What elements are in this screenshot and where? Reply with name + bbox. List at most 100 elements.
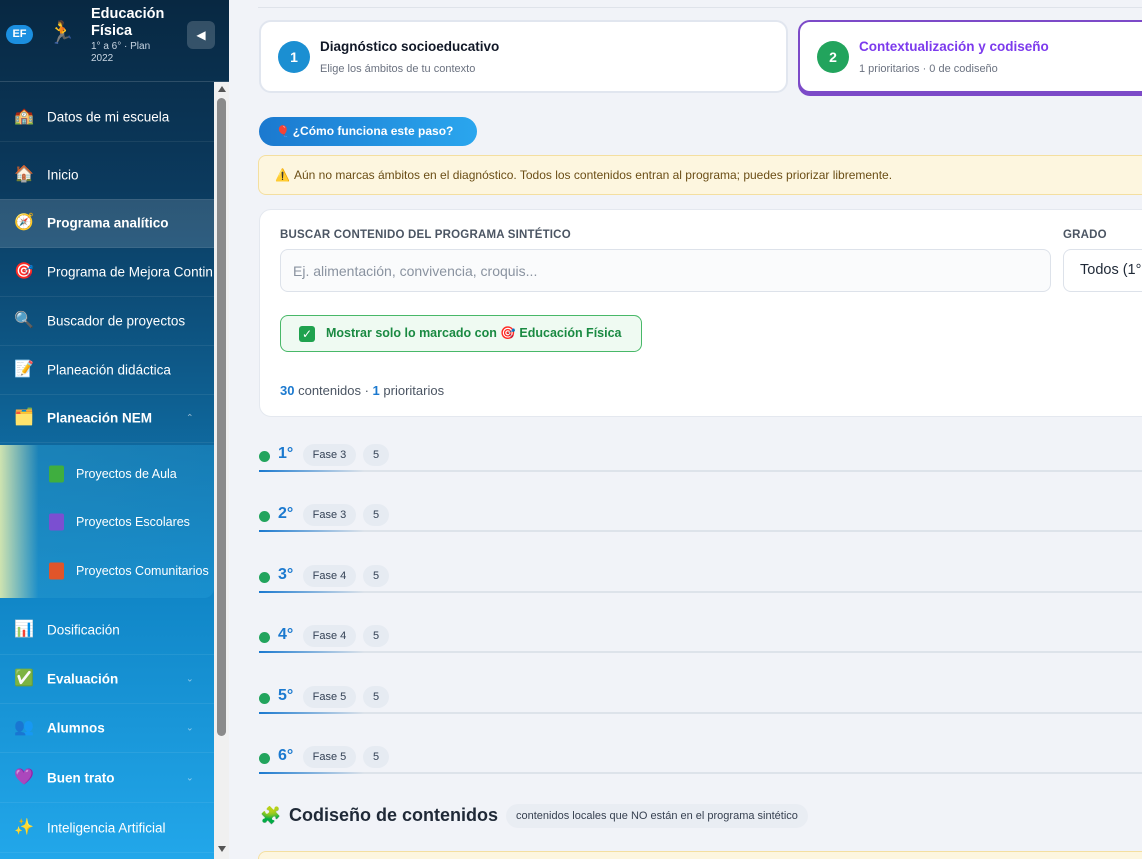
- collapse-sidebar-button[interactable]: ◀: [187, 21, 215, 49]
- puzzle-icon: 🧩: [260, 806, 282, 825]
- grade-row-2[interactable]: 2° Fase 3 5: [259, 502, 1142, 532]
- sidebar-item-label: Planeación NEM: [47, 410, 153, 426]
- grade-label: 1°: [278, 445, 294, 462]
- balloon-icon: 🎈: [276, 126, 290, 138]
- grade-underline: [259, 470, 364, 472]
- grade-row-4[interactable]: 4° Fase 4 5: [259, 623, 1142, 653]
- step-number: 1: [278, 41, 310, 73]
- phase-badge: Fase 5: [303, 746, 356, 768]
- content-count: 30 contenidos · 1 prioritarios: [280, 383, 444, 398]
- sidebar-item-inteligencia-artificial[interactable]: ✨ Inteligencia Artificial: [0, 804, 214, 853]
- grade-row-6[interactable]: 6° Fase 5 5: [259, 744, 1142, 774]
- sidebar-item-buen-trato[interactable]: 💜 Buen trato ⌄: [0, 754, 214, 803]
- target-icon: 🎯: [14, 263, 34, 280]
- grade-label: 5°: [278, 687, 294, 704]
- sidebar-item-label: Alumnos: [47, 720, 105, 736]
- sidebar-item-label: Programa analítico: [47, 215, 169, 231]
- home-icon: 🏠: [14, 166, 34, 183]
- sidebar-item-label: Datos de mi escuela: [47, 109, 170, 125]
- planeacion-nem-submenu: Proyectos de Aula Proyectos Escolares Pr…: [0, 445, 214, 598]
- grade-label: 6°: [278, 747, 294, 764]
- phase-badge: Fase 4: [303, 625, 356, 647]
- sidebar-item-planeacion-nem[interactable]: 🗂️ Planeación NEM ⌃: [0, 394, 214, 443]
- count-badge: 5: [363, 746, 389, 768]
- sparkles-icon: ✨: [14, 819, 34, 836]
- sidebar-item-dosificacion[interactable]: 📊 Dosificación: [0, 606, 214, 655]
- submenu-item-label: Proyectos de Aula: [76, 467, 177, 481]
- check-mark-icon: ✅: [14, 670, 34, 687]
- filter-toggle[interactable]: ✓ Mostrar solo lo marcado con 🎯 Educació…: [280, 315, 642, 352]
- grade-row-3[interactable]: 3° Fase 4 5: [259, 563, 1142, 593]
- count-badge: 5: [363, 565, 389, 587]
- sidebar-item-inicio[interactable]: 🏠 Inicio: [0, 151, 214, 200]
- grade-label: 3°: [278, 566, 294, 583]
- grade-underline: [259, 651, 364, 653]
- grade-label: 4°: [278, 626, 294, 643]
- codesign-title: Codiseño de contenidos: [289, 805, 499, 825]
- count-badge: 5: [363, 444, 389, 466]
- submenu-item-proyectos-escolares[interactable]: Proyectos Escolares: [0, 498, 214, 546]
- top-divider: [258, 0, 1142, 8]
- memo-icon: 📝: [14, 361, 34, 378]
- checkbox-checked-icon[interactable]: ✓: [299, 326, 315, 342]
- sidebar-item-label: Evaluación: [47, 671, 119, 687]
- phase-badge: Fase 4: [303, 565, 356, 587]
- sidebar-item-programa-mejora[interactable]: 🎯 Programa de Mejora Contin: [0, 248, 214, 297]
- status-dot: [259, 572, 270, 583]
- sidebar-item-programa-analitico[interactable]: 🧭 Programa analítico: [0, 199, 214, 248]
- prioritarios-count: 1: [372, 383, 380, 398]
- sidebar-item-buscador-proyectos[interactable]: 🔍 Buscador de proyectos: [0, 297, 214, 346]
- grade-label: GRADO: [1063, 229, 1107, 241]
- scroll-up-arrow-icon[interactable]: [218, 86, 226, 92]
- how-it-works-label: ¿Cómo funciona este paso?: [292, 124, 454, 138]
- codesign-description-chip: contenidos locales que NO están en el pr…: [506, 804, 808, 828]
- phase-badge: Fase 3: [303, 444, 356, 466]
- filter-label: Mostrar solo lo marcado con 🎯 Educación …: [326, 326, 622, 340]
- grade-row-1[interactable]: 1° Fase 3 5: [259, 442, 1142, 472]
- step-number: 2: [817, 41, 849, 73]
- search-input[interactable]: [280, 249, 1051, 292]
- step-contextualizacion[interactable]: 2 Contextualización y codiseño 1 priorit…: [798, 20, 1142, 93]
- sidebar-item-datos-escuela[interactable]: 🏫 Datos de mi escuela: [0, 93, 214, 142]
- status-dot: [259, 511, 270, 522]
- grade-row-5[interactable]: 5° Fase 5 5: [259, 684, 1142, 714]
- status-dot: [259, 753, 270, 764]
- submenu-item-proyectos-comunitarios[interactable]: Proyectos Comunitarios: [0, 547, 214, 595]
- alert-text: Aún no marcas ámbitos en el diagnóstico.…: [293, 168, 893, 182]
- step-subtitle: 1 prioritarios · 0 de codiseño: [859, 63, 998, 75]
- sidebar-item-planeacion-didactica[interactable]: 📝 Planeación didáctica: [0, 346, 214, 395]
- search-label: BUSCAR CONTENIDO DEL PROGRAMA SINTÉTICO: [280, 229, 571, 241]
- step-title: Diagnóstico socioeducativo: [320, 39, 500, 54]
- chevron-down-icon: ⌄: [186, 772, 194, 783]
- grade-label: 2°: [278, 505, 294, 522]
- sidebar-item-alumnos[interactable]: 👥 Alumnos ⌄: [0, 704, 214, 753]
- sidebar-item-label: Programa de Mejora Contin: [47, 264, 213, 280]
- sidebar-item-label: Planeación didáctica: [47, 362, 171, 378]
- status-dot: [259, 693, 270, 704]
- step-diagnostico[interactable]: 1 Diagnóstico socioeducativo Elige los á…: [259, 20, 788, 93]
- how-it-works-button[interactable]: 🎈 ¿Cómo funciona este paso?: [259, 117, 477, 146]
- scroll-down-arrow-icon[interactable]: [218, 846, 226, 852]
- grade-underline: [259, 530, 364, 532]
- sidebar-item-label: Inicio: [47, 167, 79, 183]
- chevron-up-icon: ⌃: [186, 412, 194, 423]
- green-book-icon: [49, 465, 64, 483]
- grade-underline: [259, 772, 364, 774]
- red-book-icon: [49, 562, 64, 580]
- count-badge: 5: [363, 686, 389, 708]
- grade-select[interactable]: Todos (1°: [1063, 249, 1142, 292]
- sidebar-item-label: Buen trato: [47, 770, 115, 786]
- codesign-notice: [258, 851, 1142, 859]
- purple-square-icon: [49, 513, 64, 531]
- people-icon: 👥: [14, 719, 34, 736]
- submenu-item-proyectos-aula[interactable]: Proyectos de Aula: [0, 450, 214, 498]
- folder-icon: 🗂️: [14, 409, 34, 426]
- sidebar-scrollbar-thumb[interactable]: [217, 98, 226, 736]
- school-icon: 🏫: [14, 108, 34, 125]
- status-dot: [259, 451, 270, 462]
- count-badge: 5: [363, 625, 389, 647]
- phase-badge: Fase 3: [303, 504, 356, 526]
- chevron-down-icon: ⌄: [186, 722, 194, 733]
- bar-chart-icon: 📊: [14, 621, 34, 638]
- sidebar-item-evaluacion[interactable]: ✅ Evaluación ⌄: [0, 655, 214, 704]
